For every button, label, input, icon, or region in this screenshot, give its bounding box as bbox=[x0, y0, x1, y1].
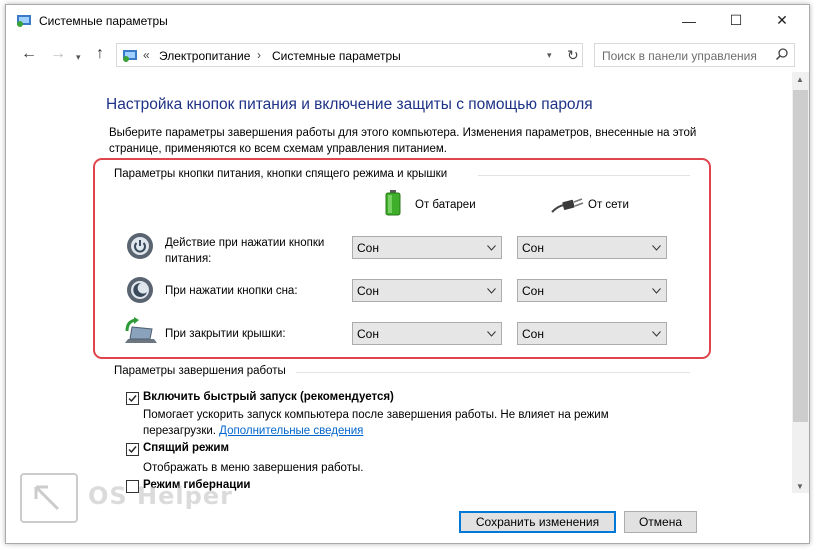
refresh-button[interactable]: ↻ bbox=[567, 47, 579, 64]
maximize-button[interactable]: ☐ bbox=[713, 5, 759, 36]
fast-startup-description-line-2: перезагрузки. bbox=[143, 425, 216, 437]
more-info-link[interactable]: Дополнительные сведения bbox=[219, 425, 363, 437]
scroll-up-arrow-icon[interactable]: ▲ bbox=[796, 75, 804, 84]
control-panel-icon bbox=[123, 50, 137, 62]
cancel-button[interactable]: Отмена bbox=[624, 511, 697, 533]
forward-button[interactable]: → bbox=[50, 46, 66, 62]
minimize-button[interactable]: — bbox=[666, 5, 712, 36]
search-icon[interactable] bbox=[775, 47, 789, 61]
address-bar[interactable]: « Электропитание › Системные параметры ▾… bbox=[116, 43, 583, 67]
scrollbar-thumb[interactable] bbox=[793, 90, 808, 422]
sleep-mode-checkbox[interactable] bbox=[126, 443, 139, 456]
scroll-down-arrow-icon[interactable]: ▼ bbox=[796, 482, 804, 491]
breadcrumb-overflow[interactable]: « bbox=[143, 48, 150, 62]
fast-startup-description-line: перезагрузки. Дополнительные сведения bbox=[143, 423, 609, 439]
fast-startup-label[interactable]: Включить быстрый запуск (рекомендуется) bbox=[143, 391, 394, 403]
section-label-shutdown: Параметры завершения работы bbox=[114, 365, 286, 377]
page-title: Настройка кнопок питания и включение защ… bbox=[106, 96, 593, 113]
search-placeholder: Поиск в панели управления bbox=[602, 49, 757, 63]
section-divider bbox=[296, 372, 690, 373]
fast-startup-description-line: Помогает ускорить запуск компьютера посл… bbox=[143, 409, 609, 421]
main-content: Настройка кнопок питания и включение защ… bbox=[6, 72, 792, 493]
control-panel-window: Системные параметры — ☐ ✕ ← → ▾ ↑ « Элек… bbox=[5, 4, 810, 544]
control-panel-icon bbox=[17, 15, 31, 27]
recent-locations-dropdown[interactable]: ▾ bbox=[76, 49, 81, 65]
window-title: Системные параметры bbox=[39, 14, 168, 28]
save-changes-button[interactable]: Сохранить изменения bbox=[459, 511, 616, 533]
vertical-scrollbar[interactable]: ▲ ▼ bbox=[792, 72, 809, 493]
watermark-logo bbox=[20, 473, 78, 523]
up-button[interactable]: ↑ bbox=[96, 46, 104, 62]
back-button[interactable]: ← bbox=[21, 46, 37, 62]
breadcrumb-system-settings[interactable]: Системные параметры bbox=[272, 49, 401, 63]
watermark: OS Helper bbox=[20, 468, 270, 528]
address-dropdown[interactable]: ▾ bbox=[547, 50, 552, 61]
checkmark-icon bbox=[128, 446, 137, 454]
breadcrumb-separator[interactable]: › bbox=[257, 48, 261, 62]
highlight-frame bbox=[93, 158, 711, 359]
fast-startup-checkbox[interactable] bbox=[126, 392, 139, 405]
breadcrumb-power-options[interactable]: Электропитание bbox=[159, 49, 250, 63]
title-bar: Системные параметры — ☐ ✕ bbox=[6, 5, 809, 36]
fast-startup-description: Помогает ускорить запуск компьютера посл… bbox=[143, 407, 609, 439]
navigation-bar: ← → ▾ ↑ « Электропитание › Системные пар… bbox=[6, 36, 809, 72]
checkmark-icon bbox=[128, 395, 137, 403]
watermark-text: OS Helper bbox=[88, 482, 233, 510]
page-description: Выберите параметры завершения работы для… bbox=[109, 127, 697, 155]
close-button[interactable]: ✕ bbox=[759, 5, 805, 36]
search-input[interactable]: Поиск в панели управления bbox=[594, 43, 795, 67]
cursor-arrow-icon bbox=[34, 485, 60, 511]
sleep-mode-label[interactable]: Спящий режим bbox=[143, 442, 229, 454]
